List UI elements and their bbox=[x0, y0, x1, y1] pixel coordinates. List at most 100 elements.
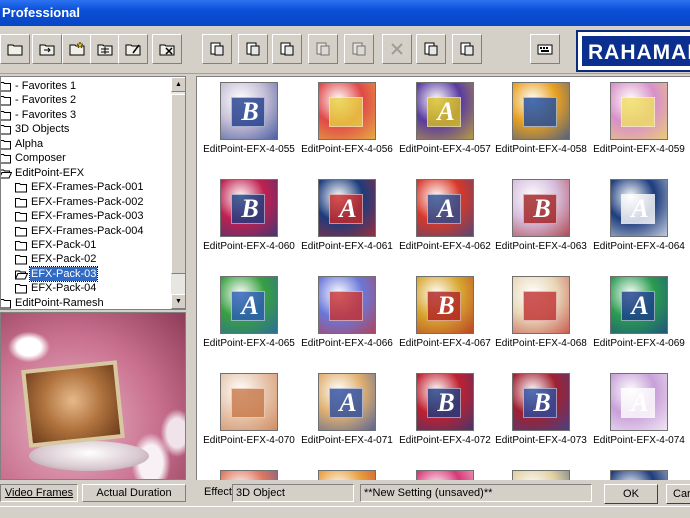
folder-icon bbox=[1, 125, 11, 135]
grid-folder-button[interactable] bbox=[90, 34, 120, 64]
tree-item-label: EFX-Frames-Pack-003 bbox=[31, 210, 144, 223]
scroll-thumb[interactable] bbox=[171, 94, 185, 274]
effects-folder-tree[interactable]: ▲ ▼ - Favorites 1 - Favorites 2- Favorite… bbox=[0, 76, 186, 310]
duplicate-effect-button[interactable] bbox=[308, 34, 338, 64]
effect-name: EditPoint-EFX-4-065 bbox=[203, 338, 295, 349]
tree-item-label: EFX-Pack-02 bbox=[31, 253, 97, 266]
effect-thumbnail[interactable] bbox=[512, 82, 570, 140]
effect-thumbnail[interactable]: A bbox=[610, 373, 668, 431]
effect-thumbnail[interactable]: B bbox=[416, 373, 474, 431]
effect-thumbnail[interactable]: A bbox=[610, 179, 668, 237]
tree-item-label: 3D Objects bbox=[15, 123, 70, 136]
effect-thumbnail[interactable]: B bbox=[512, 179, 570, 237]
thumbnail-graphic bbox=[523, 97, 557, 127]
open-folder-icon bbox=[1, 169, 12, 179]
effect-thumbnail[interactable]: B bbox=[512, 373, 570, 431]
scroll-up-arrow-icon[interactable]: ▲ bbox=[171, 77, 185, 92]
edit-folder-button[interactable] bbox=[118, 34, 148, 64]
duplicate-icon bbox=[316, 42, 330, 56]
folder-edit-icon bbox=[125, 44, 141, 56]
rename-effect-button[interactable] bbox=[344, 34, 374, 64]
cancel-button[interactable]: Car bbox=[666, 484, 690, 504]
effect-name: EditPoint-EFX-4-063 bbox=[495, 241, 587, 252]
effect-name: EditPoint-EFX-4-071 bbox=[301, 435, 393, 446]
effect-thumbnail[interactable] bbox=[610, 470, 668, 480]
effect-name: EditPoint-EFX-4-057 bbox=[399, 144, 491, 155]
thumbnail-graphic bbox=[329, 97, 363, 127]
effect-thumbnail[interactable] bbox=[318, 276, 376, 334]
effect-thumbnail[interactable]: A bbox=[610, 276, 668, 334]
effect-thumbnail[interactable] bbox=[512, 470, 570, 480]
bottom-strip bbox=[0, 506, 690, 518]
settings-button[interactable] bbox=[530, 34, 560, 64]
effect-thumbnail[interactable]: A bbox=[318, 179, 376, 237]
effect-thumbnail[interactable]: A bbox=[220, 276, 278, 334]
effect-thumbnail[interactable] bbox=[220, 470, 278, 480]
effect-name: EditPoint-EFX-4-061 bbox=[301, 241, 393, 252]
thumbnail-letter: A bbox=[437, 97, 455, 126]
properties-icon bbox=[280, 42, 294, 56]
effect-thumbnail[interactable] bbox=[512, 276, 570, 334]
copy-icon bbox=[210, 42, 224, 56]
tree-item-label: EFX-Frames-Pack-001 bbox=[31, 181, 144, 194]
effect-thumbnail[interactable] bbox=[416, 470, 474, 480]
paste-effect-button[interactable] bbox=[416, 34, 446, 64]
thumbnail-graphic bbox=[621, 97, 655, 127]
tree-item-label: - Favorites 1 bbox=[15, 80, 77, 92]
delete-effect-button[interactable] bbox=[382, 34, 412, 64]
effect-thumbnail[interactable]: A bbox=[416, 179, 474, 237]
effect-name: EditPoint-EFX-4-068 bbox=[495, 338, 587, 349]
open-folder-button[interactable] bbox=[0, 34, 30, 64]
thumbnail-letter: B bbox=[241, 194, 259, 223]
effect-thumbnail[interactable] bbox=[318, 82, 376, 140]
thumbnail-letter: B bbox=[533, 388, 551, 417]
paste-icon bbox=[424, 42, 438, 56]
tree-item-label: Alpha bbox=[15, 137, 44, 150]
folder-icon bbox=[15, 255, 27, 265]
title-bar: Professional bbox=[0, 0, 690, 26]
effect-thumbnail[interactable]: A bbox=[318, 373, 376, 431]
ok-button[interactable]: OK bbox=[604, 484, 658, 504]
tree-item-label: EFX-Pack-01 bbox=[31, 238, 97, 251]
effects-thumbnail-grid: B EditPoint-EFX-4-055 EditPoint-EFX-4-056 A… bbox=[196, 76, 690, 480]
effect-thumbnail[interactable]: B bbox=[220, 179, 278, 237]
effect-name: EditPoint-EFX-4-058 bbox=[495, 144, 587, 155]
properties-effect-button[interactable] bbox=[272, 34, 302, 64]
copy-effect-button[interactable] bbox=[202, 34, 232, 64]
folder-icon bbox=[15, 197, 27, 208]
export-icon bbox=[460, 42, 474, 56]
move-icon bbox=[246, 42, 260, 56]
thumbnail-letter: A bbox=[339, 388, 357, 417]
tree-scrollbar[interactable]: ▲ ▼ bbox=[171, 77, 185, 309]
effect-preview bbox=[0, 312, 186, 480]
thumbnail-graphic bbox=[523, 291, 557, 321]
import-button[interactable] bbox=[32, 34, 62, 64]
move-effect-button[interactable] bbox=[238, 34, 268, 64]
effect-name: EditPoint-EFX-4-064 bbox=[593, 241, 685, 252]
keyboard-icon bbox=[537, 44, 553, 55]
folder-icon bbox=[1, 110, 11, 121]
tree-item-label: - Favorites 3 bbox=[15, 108, 77, 121]
actual-duration-tab[interactable]: Actual Duration bbox=[82, 484, 186, 502]
tree-item-label: EFX-Pack-04 bbox=[31, 282, 97, 295]
effect-thumbnail[interactable] bbox=[220, 373, 278, 431]
delete-folder-button[interactable] bbox=[152, 34, 182, 64]
effect-thumbnail[interactable]: A bbox=[416, 82, 474, 140]
video-frames-tab[interactable]: Video Frames bbox=[0, 484, 78, 502]
effect-thumbnail[interactable]: B bbox=[220, 82, 278, 140]
thumbnail-graphic bbox=[329, 291, 363, 321]
effect-thumbnail[interactable] bbox=[610, 82, 668, 140]
export-effect-button[interactable] bbox=[452, 34, 482, 64]
folder-icon bbox=[1, 298, 11, 309]
new-folder-button[interactable] bbox=[62, 34, 92, 64]
effect-name: EditPoint-EFX-4-072 bbox=[399, 435, 491, 446]
thumbnail-letter: A bbox=[339, 194, 357, 223]
folder-icon bbox=[7, 44, 23, 56]
scroll-down-arrow-icon[interactable]: ▼ bbox=[171, 294, 185, 309]
tree-item-label: EditPoint-Ramesh bbox=[15, 296, 104, 309]
effect-thumbnail[interactable]: B bbox=[416, 276, 474, 334]
folder-grid-icon bbox=[97, 44, 113, 56]
effect-thumbnail[interactable] bbox=[318, 470, 376, 480]
folder-icon bbox=[1, 96, 11, 106]
effect-name: EditPoint-EFX-4-059 bbox=[593, 144, 685, 155]
